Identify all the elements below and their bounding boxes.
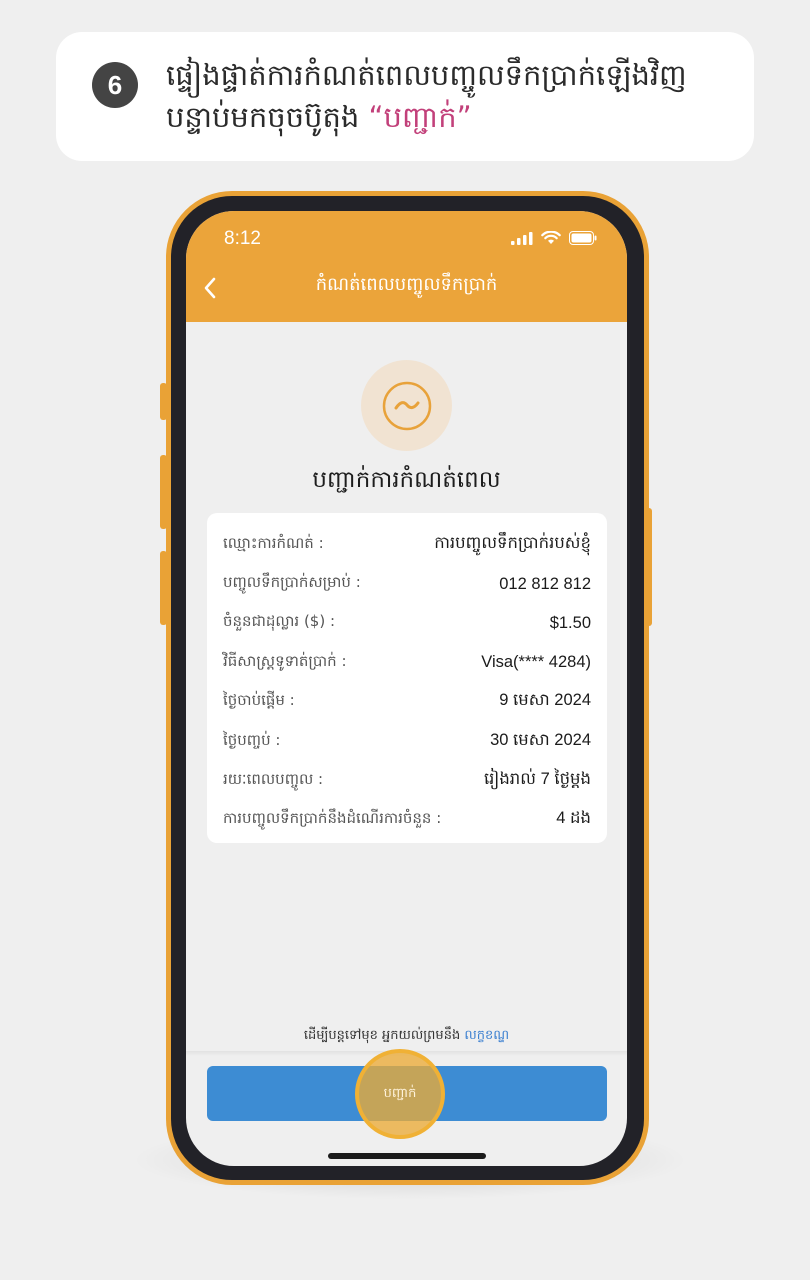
tap-indicator: បញ្ជាក់ — [355, 1049, 445, 1139]
detail-value: 9 មេសា 2024 — [499, 691, 591, 710]
phone-side-button-power — [645, 508, 652, 626]
detail-label: បញ្ចូលទឹកប្រាក់សម្រាប់ : — [223, 573, 361, 592]
status-time: 8:12 — [224, 228, 261, 249]
detail-label: ថ្ងៃចាប់ផ្ដើម : — [223, 691, 295, 710]
detail-value: 4 ដង — [556, 809, 591, 828]
detail-row-end-date: ថ្ងៃបញ្ចប់ : 30 មេសា 2024 — [223, 722, 591, 761]
instruction-card: 6 ផ្ទៀងផ្ទាត់ការកំណត់ពេលបញ្ចូលទឹកប្រាក់ឡ… — [56, 32, 754, 161]
detail-value: 30 មេសា 2024 — [490, 730, 591, 749]
detail-row-occurrences: ការបញ្ចូលទឹកប្រាក់នឹងដំណើរការចំនួន : 4 ដ… — [223, 801, 591, 840]
signal-icon — [511, 231, 533, 245]
step-number-badge: 6 — [92, 62, 138, 108]
detail-label: ការបញ្ចូលទឹកប្រាក់នឹងដំណើរការចំនួន : — [223, 809, 442, 828]
status-icons — [511, 231, 597, 245]
detail-row-amount: ចំនួនជាដុល្លារ ($) : $1.50 — [223, 604, 591, 643]
detail-value: រៀងរាល់ 7 ថ្ងៃម្ដង — [483, 770, 591, 789]
detail-row-payment-method: វិធីសាស្ត្រទូទាត់ប្រាក់ : Visa(**** 4284… — [223, 643, 591, 682]
home-indicator — [328, 1153, 486, 1159]
schedule-wave-icon — [382, 381, 431, 430]
detail-value: 012 812 812 — [499, 574, 591, 593]
detail-row-start-date: ថ្ងៃចាប់ផ្ដើម : 9 មេសា 2024 — [223, 683, 591, 722]
confirmation-title: បញ្ជាក់ការកំណត់ពេល — [312, 467, 501, 493]
phone-side-button-volume-up — [160, 455, 167, 529]
phone-side-button-mute — [160, 383, 167, 420]
battery-icon — [569, 231, 597, 245]
terms-link[interactable]: លក្ខខណ្ឌ — [464, 1028, 509, 1043]
detail-value: ការបញ្ចូលទឹកប្រាក់របស់ខ្ញុំ — [434, 533, 591, 552]
app-header: 8:12 កំណត់ពេលបញ្ចូលទឹកប្រាក់ — [186, 211, 627, 322]
schedule-icon-circle — [361, 360, 452, 451]
instruction-line-2: បន្ទាប់មកចុចប៊ូតុង “បញ្ជាក់” — [166, 98, 730, 136]
wifi-icon — [541, 231, 561, 244]
detail-label: ចំនួនជាដុល្លារ ($) : — [223, 612, 336, 631]
detail-label: វិធីសាស្ត្រទូទាត់ប្រាក់ : — [223, 651, 347, 670]
detail-label: ឈ្មោះការកំណត់ : — [223, 533, 324, 552]
header-title: កំណត់ពេលបញ្ចូលទឹកប្រាក់ — [315, 274, 498, 295]
detail-label: រយៈពេលបញ្ចូល : — [223, 770, 324, 789]
phone-side-button-volume-down — [160, 551, 167, 625]
detail-row-schedule-name: ឈ្មោះការកំណត់ : ការបញ្ចូលទឹកប្រាក់របស់ខ្… — [223, 525, 591, 564]
phone-screen: 8:12 កំណត់ពេលបញ្ចូលទឹកប្រាក់ បញ្ជាក់ការក… — [186, 211, 627, 1166]
instruction-button-name: “បញ្ជាក់” — [368, 100, 472, 134]
detail-row-frequency: រយៈពេលបញ្ចូល : រៀងរាល់ 7 ថ្ងៃម្ដង — [223, 761, 591, 800]
detail-value: $1.50 — [549, 613, 591, 632]
terms-notice: ដើម្បីបន្តទៅមុខ អ្នកយល់ព្រមនឹង លក្ខខណ្ឌ — [186, 1027, 627, 1046]
terms-text: ដើម្បីបន្តទៅមុខ អ្នកយល់ព្រមនឹង — [303, 1028, 465, 1043]
detail-label: ថ្ងៃបញ្ចប់ : — [223, 730, 281, 749]
detail-value: Visa(**** 4284) — [481, 653, 591, 672]
instruction-line-1: ផ្ទៀងផ្ទាត់ការកំណត់ពេលបញ្ចូលទឹកប្រាក់ឡើង… — [166, 58, 687, 92]
details-card: ឈ្មោះការកំណត់ : ការបញ្ចូលទឹកប្រាក់របស់ខ្… — [207, 513, 607, 843]
instruction-line-2-text: បន្ទាប់មកចុចប៊ូតុង — [166, 100, 369, 134]
detail-row-topup-for: បញ្ចូលទឹកប្រាក់សម្រាប់ : 012 812 812 — [223, 564, 591, 603]
confirm-button-label[interactable]: បញ្ជាក់ — [384, 1085, 417, 1104]
